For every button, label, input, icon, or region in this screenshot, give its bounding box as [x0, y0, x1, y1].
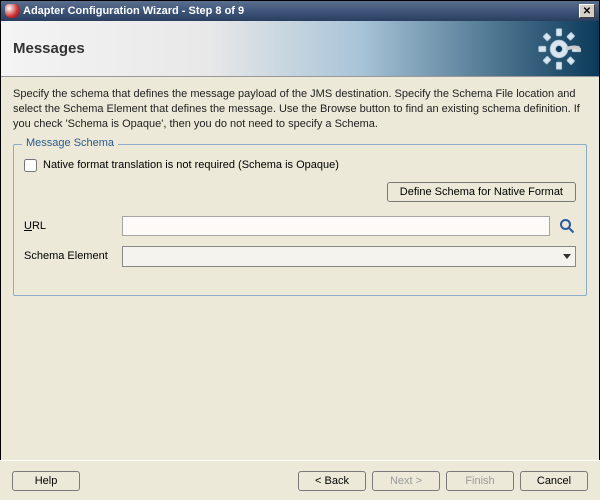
footer: Help < Back Next > Finish Cancel: [0, 460, 600, 500]
window-title: Adapter Configuration Wizard - Step 8 of…: [23, 5, 579, 17]
banner: Messages: [1, 21, 599, 77]
opaque-checkbox-row: Native format translation is not require…: [24, 159, 576, 172]
close-button[interactable]: ✕: [579, 4, 595, 18]
app-icon: [5, 4, 19, 18]
message-schema-group: Message Schema Native format translation…: [13, 144, 587, 296]
page-title: Messages: [13, 40, 85, 57]
titlebar: Adapter Configuration Wizard - Step 8 of…: [1, 1, 599, 21]
schema-element-select[interactable]: [122, 246, 576, 267]
schema-element-label: Schema Element: [24, 250, 114, 262]
content-area: Specify the schema that defines the mess…: [1, 77, 599, 457]
browse-icon[interactable]: [558, 217, 576, 235]
opaque-checkbox[interactable]: [24, 159, 37, 172]
cancel-button[interactable]: Cancel: [520, 471, 588, 491]
gear-icon: [537, 27, 581, 71]
help-button[interactable]: Help: [12, 471, 80, 491]
back-button[interactable]: < Back: [298, 471, 366, 491]
url-label: URL: [24, 220, 114, 232]
group-legend: Message Schema: [22, 137, 118, 149]
instructions-text: Specify the schema that defines the mess…: [13, 87, 587, 132]
next-button[interactable]: Next >: [372, 471, 440, 491]
url-input[interactable]: [122, 216, 550, 236]
opaque-checkbox-label: Native format translation is not require…: [43, 159, 339, 171]
finish-button[interactable]: Finish: [446, 471, 514, 491]
define-schema-button[interactable]: Define Schema for Native Format: [387, 182, 576, 202]
